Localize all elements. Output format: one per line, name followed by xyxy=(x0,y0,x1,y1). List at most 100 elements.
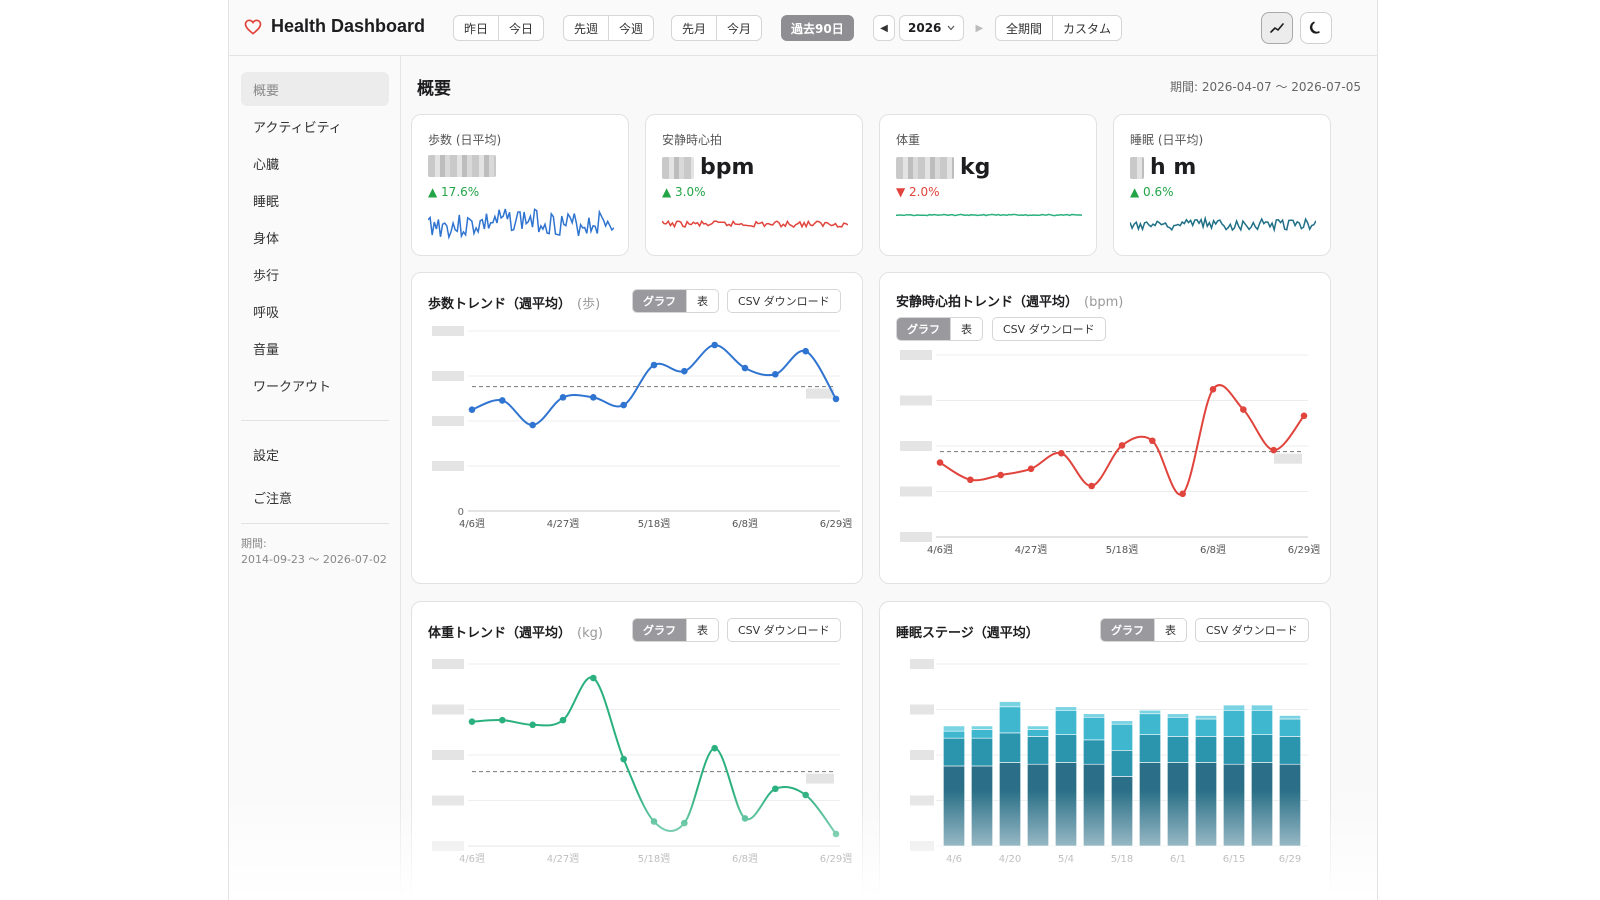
sidebar-item-notice[interactable]: ご注意 xyxy=(241,480,389,514)
csv-download-button[interactable]: CSV ダウンロード xyxy=(727,289,841,313)
data-point[interactable] xyxy=(711,744,718,752)
bar-segment[interactable] xyxy=(1083,716,1105,741)
bar-segment[interactable] xyxy=(1223,736,1245,765)
bar-segment[interactable] xyxy=(1027,725,1049,730)
bar-segment[interactable] xyxy=(1055,762,1077,847)
data-point[interactable] xyxy=(529,421,536,429)
csv-download-button[interactable]: CSV ダウンロード xyxy=(727,618,841,642)
data-point[interactable] xyxy=(1270,446,1277,454)
data-point[interactable] xyxy=(1027,465,1035,473)
bar-segment[interactable] xyxy=(1195,736,1217,763)
sidebar-item-walking[interactable]: 歩行 xyxy=(241,257,389,291)
stat-card-weight[interactable]: 体重 kg ▼ 2.0% xyxy=(879,114,1097,256)
graph-tab[interactable]: グラフ xyxy=(1101,619,1154,641)
data-point[interactable] xyxy=(1240,406,1247,413)
prev-year-icon[interactable]: ◀ xyxy=(873,15,895,41)
range-last-month-button[interactable]: 先月 xyxy=(672,16,716,40)
table-tab[interactable]: 表 xyxy=(1154,619,1186,641)
data-point[interactable] xyxy=(741,815,749,822)
data-point[interactable] xyxy=(529,721,536,729)
bar-segment[interactable] xyxy=(999,762,1021,847)
data-point[interactable] xyxy=(468,718,476,725)
sidebar-item-heart[interactable]: 心臓 xyxy=(241,146,389,180)
graph-tab[interactable]: グラフ xyxy=(633,619,686,641)
bar-segment[interactable] xyxy=(1139,709,1161,715)
range-90days-button[interactable]: 過去90日 xyxy=(781,15,854,41)
stat-card-sleep[interactable]: 睡眠 (日平均) h m ▲ 0.6% xyxy=(1113,114,1331,256)
range-all-button[interactable]: 全期間 xyxy=(996,16,1052,40)
sidebar-item-sleep[interactable]: 睡眠 xyxy=(241,183,389,217)
bar-segment[interactable] xyxy=(1111,720,1133,725)
data-point[interactable] xyxy=(711,341,718,349)
bar-segment[interactable] xyxy=(999,732,1021,763)
sidebar-item-activity[interactable]: アクティビティ xyxy=(241,109,389,143)
csv-download-button[interactable]: CSV ダウンロード xyxy=(992,317,1106,341)
bar-segment[interactable] xyxy=(1083,739,1105,765)
data-point[interactable] xyxy=(832,395,840,403)
bar-segment[interactable] xyxy=(1111,723,1133,751)
range-this-month-button[interactable]: 今月 xyxy=(716,16,761,40)
bar-segment[interactable] xyxy=(1195,715,1217,720)
data-point[interactable] xyxy=(772,785,779,793)
sidebar-item-body[interactable]: 身体 xyxy=(241,220,389,254)
stat-card-steps[interactable]: 歩数 (日平均) ▲ 17.6% xyxy=(411,114,629,256)
data-point[interactable] xyxy=(936,459,944,466)
data-point[interactable] xyxy=(559,716,567,724)
data-point[interactable] xyxy=(650,818,658,825)
bar-segment[interactable] xyxy=(1279,718,1301,737)
bar-segment[interactable] xyxy=(999,706,1021,734)
bar-segment[interactable] xyxy=(1055,706,1077,711)
bar-segment[interactable] xyxy=(1083,713,1105,718)
sidebar-item-noise[interactable]: 音量 xyxy=(241,331,389,365)
sidebar-item-workouts[interactable]: ワークアウト xyxy=(241,368,389,402)
bar-segment[interactable] xyxy=(1055,734,1077,763)
data-point[interactable] xyxy=(620,401,627,409)
data-point[interactable] xyxy=(681,367,688,375)
stat-card-resting-hr[interactable]: 安静時心拍 bpm ▲ 3.0% xyxy=(645,114,863,256)
sidebar-item-settings[interactable]: 設定 xyxy=(241,437,389,471)
bar-segment[interactable] xyxy=(971,725,993,730)
chart-mode-button[interactable] xyxy=(1261,12,1293,44)
data-point[interactable] xyxy=(681,819,688,827)
graph-tab[interactable]: グラフ xyxy=(633,290,686,312)
bar-segment[interactable] xyxy=(1279,763,1301,847)
data-point[interactable] xyxy=(1209,385,1217,393)
bar-segment[interactable] xyxy=(943,737,965,767)
bar-segment[interactable] xyxy=(1251,762,1273,847)
data-point[interactable] xyxy=(772,370,779,378)
data-point[interactable] xyxy=(1088,482,1095,490)
graph-tab[interactable]: グラフ xyxy=(897,318,950,340)
bar-segment[interactable] xyxy=(1279,715,1301,720)
bar-segment[interactable] xyxy=(1223,709,1245,737)
data-point[interactable] xyxy=(1179,490,1186,498)
dark-mode-button[interactable] xyxy=(1300,12,1332,44)
bar-segment[interactable] xyxy=(1167,713,1189,718)
data-point[interactable] xyxy=(620,755,627,763)
bar-segment[interactable] xyxy=(1027,763,1049,847)
data-point[interactable] xyxy=(559,394,567,401)
range-custom-button[interactable]: カスタム xyxy=(1052,16,1121,40)
bar-segment[interactable] xyxy=(1083,763,1105,847)
bar-segment[interactable] xyxy=(1279,736,1301,765)
sidebar-item-respiratory[interactable]: 呼吸 xyxy=(241,294,389,328)
bar-segment[interactable] xyxy=(971,729,993,739)
range-today-button[interactable]: 今日 xyxy=(498,16,543,40)
next-year-icon[interactable]: ▶ xyxy=(968,15,990,41)
data-point[interactable] xyxy=(1118,442,1126,449)
bar-segment[interactable] xyxy=(1251,734,1273,763)
range-last-week-button[interactable]: 先週 xyxy=(564,16,608,40)
data-point[interactable] xyxy=(802,791,809,799)
bar-segment[interactable] xyxy=(1055,709,1077,735)
csv-download-button[interactable]: CSV ダウンロード xyxy=(1195,618,1309,642)
data-point[interactable] xyxy=(590,394,597,401)
bar-segment[interactable] xyxy=(1167,762,1189,847)
bar-segment[interactable] xyxy=(971,737,993,767)
bar-segment[interactable] xyxy=(1167,736,1189,763)
bar-segment[interactable] xyxy=(1195,718,1217,737)
data-point[interactable] xyxy=(832,830,840,838)
range-this-week-button[interactable]: 今週 xyxy=(608,16,653,40)
bar-segment[interactable] xyxy=(943,765,965,847)
sidebar-item-overview[interactable]: 概要 xyxy=(241,72,389,106)
bar-segment[interactable] xyxy=(1027,729,1049,737)
bar-segment[interactable] xyxy=(1111,750,1133,777)
